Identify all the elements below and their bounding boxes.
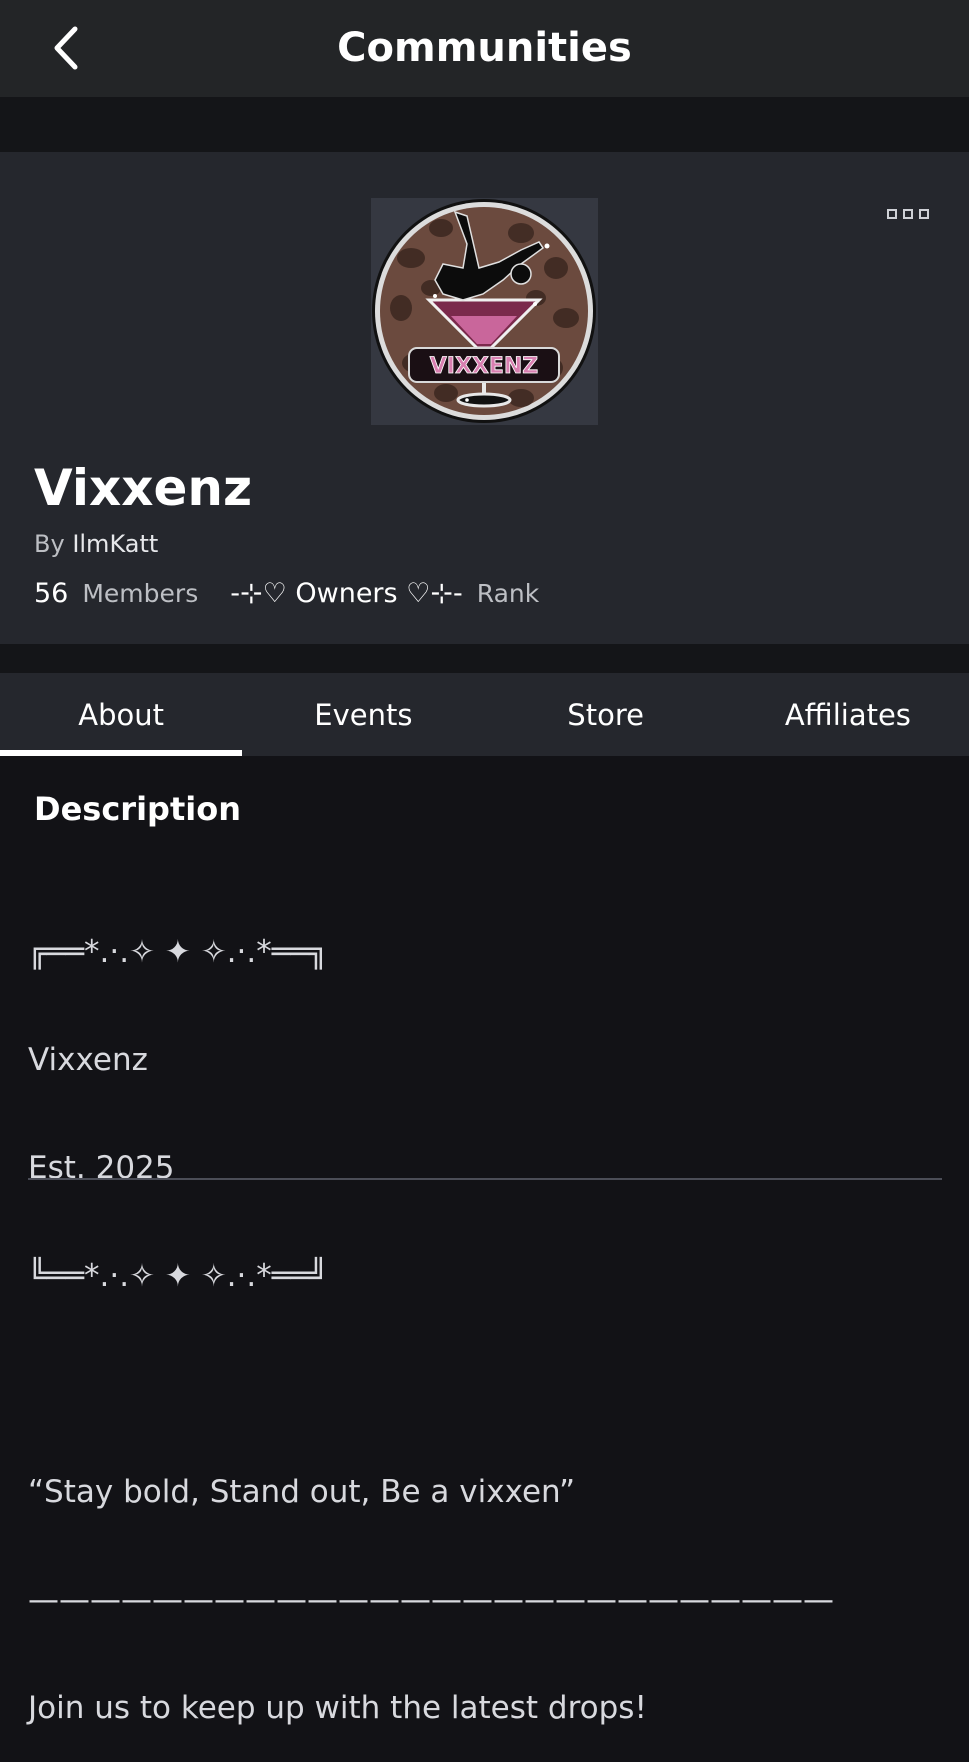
group-name: Vixxenz [34, 459, 253, 517]
group-byline: By IlmKatt [34, 526, 158, 562]
group-emblem: VIXXENZ [372, 199, 596, 423]
tab-about[interactable]: About [0, 673, 243, 756]
tab-affiliates[interactable]: Affiliates [727, 673, 969, 756]
description-blank-line [28, 1366, 948, 1402]
description-line: ╔══*.·.✧ ✦ ✧.·.*══╗ [28, 934, 328, 970]
header-spacer [0, 97, 969, 152]
description-line: Vixxenz [28, 1042, 148, 1078]
member-count: 56 [34, 577, 69, 609]
owner-link[interactable]: IlmKatt [72, 530, 158, 558]
tab-events[interactable]: Events [242, 673, 484, 756]
back-button[interactable] [40, 22, 92, 74]
description-line: Join us to keep up with the latest drops… [28, 1690, 647, 1726]
members-label: Members [82, 578, 199, 608]
divider [28, 1178, 942, 1180]
chevron-left-icon [54, 26, 78, 70]
group-stats: 56 Members -⊹♡ Owners ♡⊹- Rank [34, 573, 539, 613]
more-options-icon [919, 209, 929, 219]
description-line: “Stay bold, Stand out, Be a vixxen” [28, 1474, 576, 1510]
description-line: Est. 2025 [28, 1150, 175, 1186]
tabs-spacer [0, 644, 969, 673]
tab-store[interactable]: Store [485, 673, 727, 756]
tab-bar: About Events Store Affiliates [0, 673, 969, 756]
top-app-bar: Communities [0, 0, 969, 97]
rank-label: Rank [476, 578, 540, 608]
description-line: ╚══*.·.✧ ✦ ✧.·.*══╝ [28, 1258, 328, 1294]
more-options-icon [887, 209, 897, 219]
description-line: —————————————————————————— [28, 1582, 834, 1618]
by-label: By [34, 530, 65, 558]
more-options-icon [903, 209, 913, 219]
rank-value: -⊹♡ Owners ♡⊹- [230, 577, 463, 609]
page-title: Communities [337, 25, 632, 71]
more-options-button[interactable] [883, 203, 933, 225]
description-text: ╔══*.·.✧ ✦ ✧.·.*══╗ Vixxenz Est. 2025 ╚═… [28, 862, 948, 1762]
group-logo: VIXXENZ [371, 198, 598, 425]
description-heading: Description [34, 790, 241, 828]
logo-wordmark: VIXXENZ [430, 354, 539, 379]
